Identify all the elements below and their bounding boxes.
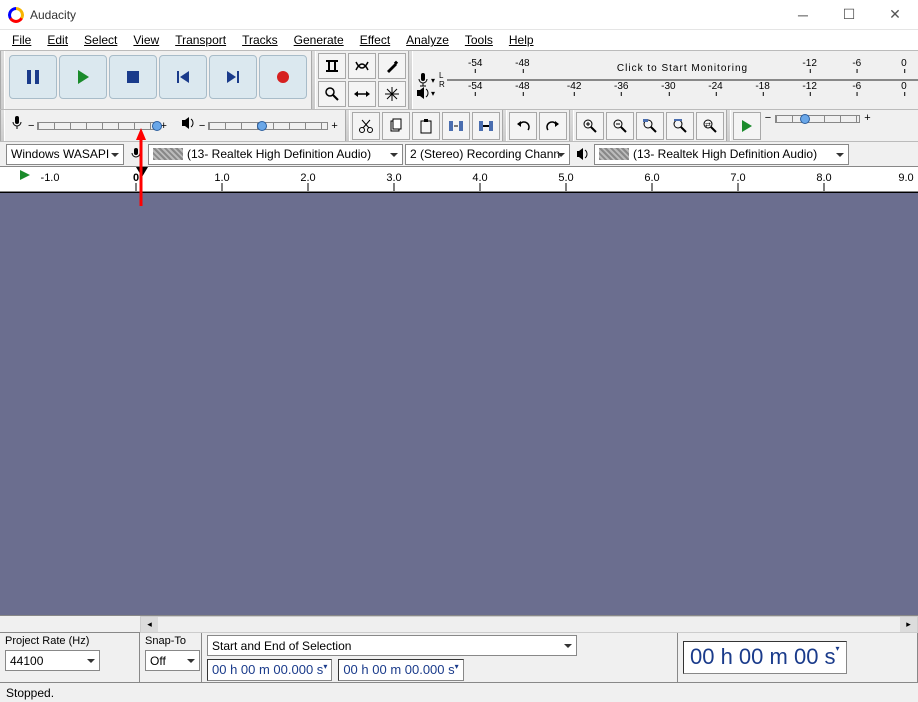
recording-channels-combo[interactable]: 2 (Stereo) Recording Chann xyxy=(405,144,570,165)
paste-button[interactable] xyxy=(412,112,440,140)
menu-help[interactable]: Help xyxy=(503,32,540,48)
tools-toolbar xyxy=(316,51,408,109)
selection-start-marker[interactable] xyxy=(20,170,32,185)
menu-tools[interactable]: Tools xyxy=(459,32,499,48)
playback-device-combo[interactable]: (13- Realtek High Definition Audio) xyxy=(594,144,849,165)
menu-file[interactable]: File xyxy=(6,32,37,48)
menu-select[interactable]: Select xyxy=(78,32,123,48)
menu-edit[interactable]: Edit xyxy=(41,32,74,48)
undo-redo-toolbar xyxy=(507,110,569,141)
maximize-button[interactable]: ☐ xyxy=(826,0,872,30)
transport-toolbar xyxy=(5,51,311,109)
selection-start-time[interactable]: 00 h 00 m 00.000 s▾ xyxy=(207,659,332,681)
audio-host-combo[interactable]: Windows WASAPI xyxy=(6,144,124,165)
draw-tool-button[interactable] xyxy=(378,53,406,79)
snap-to-label: Snap-To xyxy=(145,635,196,647)
recording-volume-slider[interactable] xyxy=(37,119,157,133)
selection-end-time[interactable]: 00 h 00 m 00.000 s▾ xyxy=(338,659,463,681)
status-text: Stopped. xyxy=(6,686,54,700)
project-rate-combo[interactable]: 44100 xyxy=(5,650,100,671)
mic-icon xyxy=(126,147,146,161)
scroll-left-button[interactable]: ◂ xyxy=(141,617,158,632)
cut-button[interactable] xyxy=(352,112,380,140)
toolbar-row-1: ▾ LR -54 -48 -12 -6 0 Click to Start Mon… xyxy=(0,50,918,109)
window-title: Audacity xyxy=(30,8,76,22)
skip-end-button[interactable] xyxy=(209,55,257,99)
edit-toolbar xyxy=(350,110,502,141)
app-logo-icon xyxy=(8,7,24,23)
envelope-tool-button[interactable] xyxy=(348,53,376,79)
trim-button[interactable] xyxy=(442,112,470,140)
zoom-tool-button[interactable] xyxy=(318,81,346,107)
menu-bar: File Edit Select View Transport Tracks G… xyxy=(0,30,918,50)
speaker-icon xyxy=(180,115,196,136)
close-button[interactable]: ✕ xyxy=(872,0,918,30)
device-toolbar: Windows WASAPI (13- Realtek High Definit… xyxy=(0,141,918,166)
zoom-out-button[interactable] xyxy=(606,112,634,140)
fit-selection-button[interactable] xyxy=(636,112,664,140)
recording-meter: ▾ LR -54 -48 -12 -6 0 Click to Start Mon… xyxy=(413,51,918,109)
redo-button[interactable] xyxy=(539,112,567,140)
meter-channel-labels: LR xyxy=(437,71,447,89)
skip-start-button[interactable] xyxy=(159,55,207,99)
undo-button[interactable] xyxy=(509,112,537,140)
toolbar-row-2: − + − + ⇄ − + xyxy=(0,109,918,141)
play-at-speed-button[interactable] xyxy=(733,112,761,140)
title-bar: Audacity ─ ☐ ✕ xyxy=(0,0,918,30)
selection-toolbar: Project Rate (Hz) 44100 Snap-To Off Star… xyxy=(0,632,918,682)
silence-button[interactable] xyxy=(472,112,500,140)
playback-meter-scale[interactable]: -54 -48 -42 -36 -30 -24 -18 -12 -6 0 xyxy=(447,80,918,102)
menu-transport[interactable]: Transport xyxy=(169,32,232,48)
zoom-in-button[interactable] xyxy=(576,112,604,140)
timeshift-tool-button[interactable] xyxy=(348,81,376,107)
speaker-icon[interactable]: ▾ xyxy=(413,85,437,101)
selection-mode-combo[interactable]: Start and End of Selection xyxy=(207,635,577,656)
status-bar: Stopped. xyxy=(0,682,918,702)
play-at-speed-toolbar: − + xyxy=(731,110,875,141)
mixer-toolbar: − + − + xyxy=(5,110,345,141)
start-monitoring-text[interactable]: Click to Start Monitoring xyxy=(447,58,918,79)
record-button[interactable] xyxy=(259,55,307,99)
scroll-right-button[interactable]: ▸ xyxy=(900,617,917,632)
horizontal-scrollbar[interactable]: ◂ ▸ xyxy=(0,615,918,632)
playback-speed-slider[interactable] xyxy=(775,112,860,126)
timeline-ruler[interactable]: -1.0 0 1.0 2.0 3.0 4.0 5.0 6.0 7.0 8.0 9… xyxy=(0,166,918,192)
stop-button[interactable] xyxy=(109,55,157,99)
play-button[interactable] xyxy=(59,55,107,99)
fit-project-button[interactable] xyxy=(666,112,694,140)
recording-device-combo[interactable]: (13- Realtek High Definition Audio) xyxy=(148,144,403,165)
playback-volume-slider[interactable] xyxy=(208,119,328,133)
selection-tool-button[interactable] xyxy=(318,53,346,79)
audio-position-time[interactable]: 00 h 00 m 00 s▾ xyxy=(683,641,847,674)
svg-text:⇄: ⇄ xyxy=(705,122,711,129)
track-area[interactable] xyxy=(0,192,918,615)
menu-view[interactable]: View xyxy=(127,32,165,48)
snap-to-combo[interactable]: Off xyxy=(145,650,200,671)
menu-generate[interactable]: Generate xyxy=(288,32,350,48)
mic-icon xyxy=(9,115,25,136)
speaker-icon xyxy=(572,147,592,161)
pause-button[interactable] xyxy=(9,55,57,99)
zoom-toggle-button[interactable]: ⇄ xyxy=(696,112,724,140)
project-rate-label: Project Rate (Hz) xyxy=(5,635,134,647)
menu-effect[interactable]: Effect xyxy=(354,32,396,48)
copy-button[interactable] xyxy=(382,112,410,140)
menu-tracks[interactable]: Tracks xyxy=(236,32,284,48)
menu-analyze[interactable]: Analyze xyxy=(400,32,455,48)
recording-meter-scale[interactable]: -54 -48 -12 -6 0 Click to Start Monitori… xyxy=(447,58,918,80)
zoom-toolbar: ⇄ xyxy=(574,110,726,141)
multi-tool-button[interactable] xyxy=(378,81,406,107)
playhead-marker[interactable] xyxy=(136,167,148,181)
minimize-button[interactable]: ─ xyxy=(780,0,826,30)
